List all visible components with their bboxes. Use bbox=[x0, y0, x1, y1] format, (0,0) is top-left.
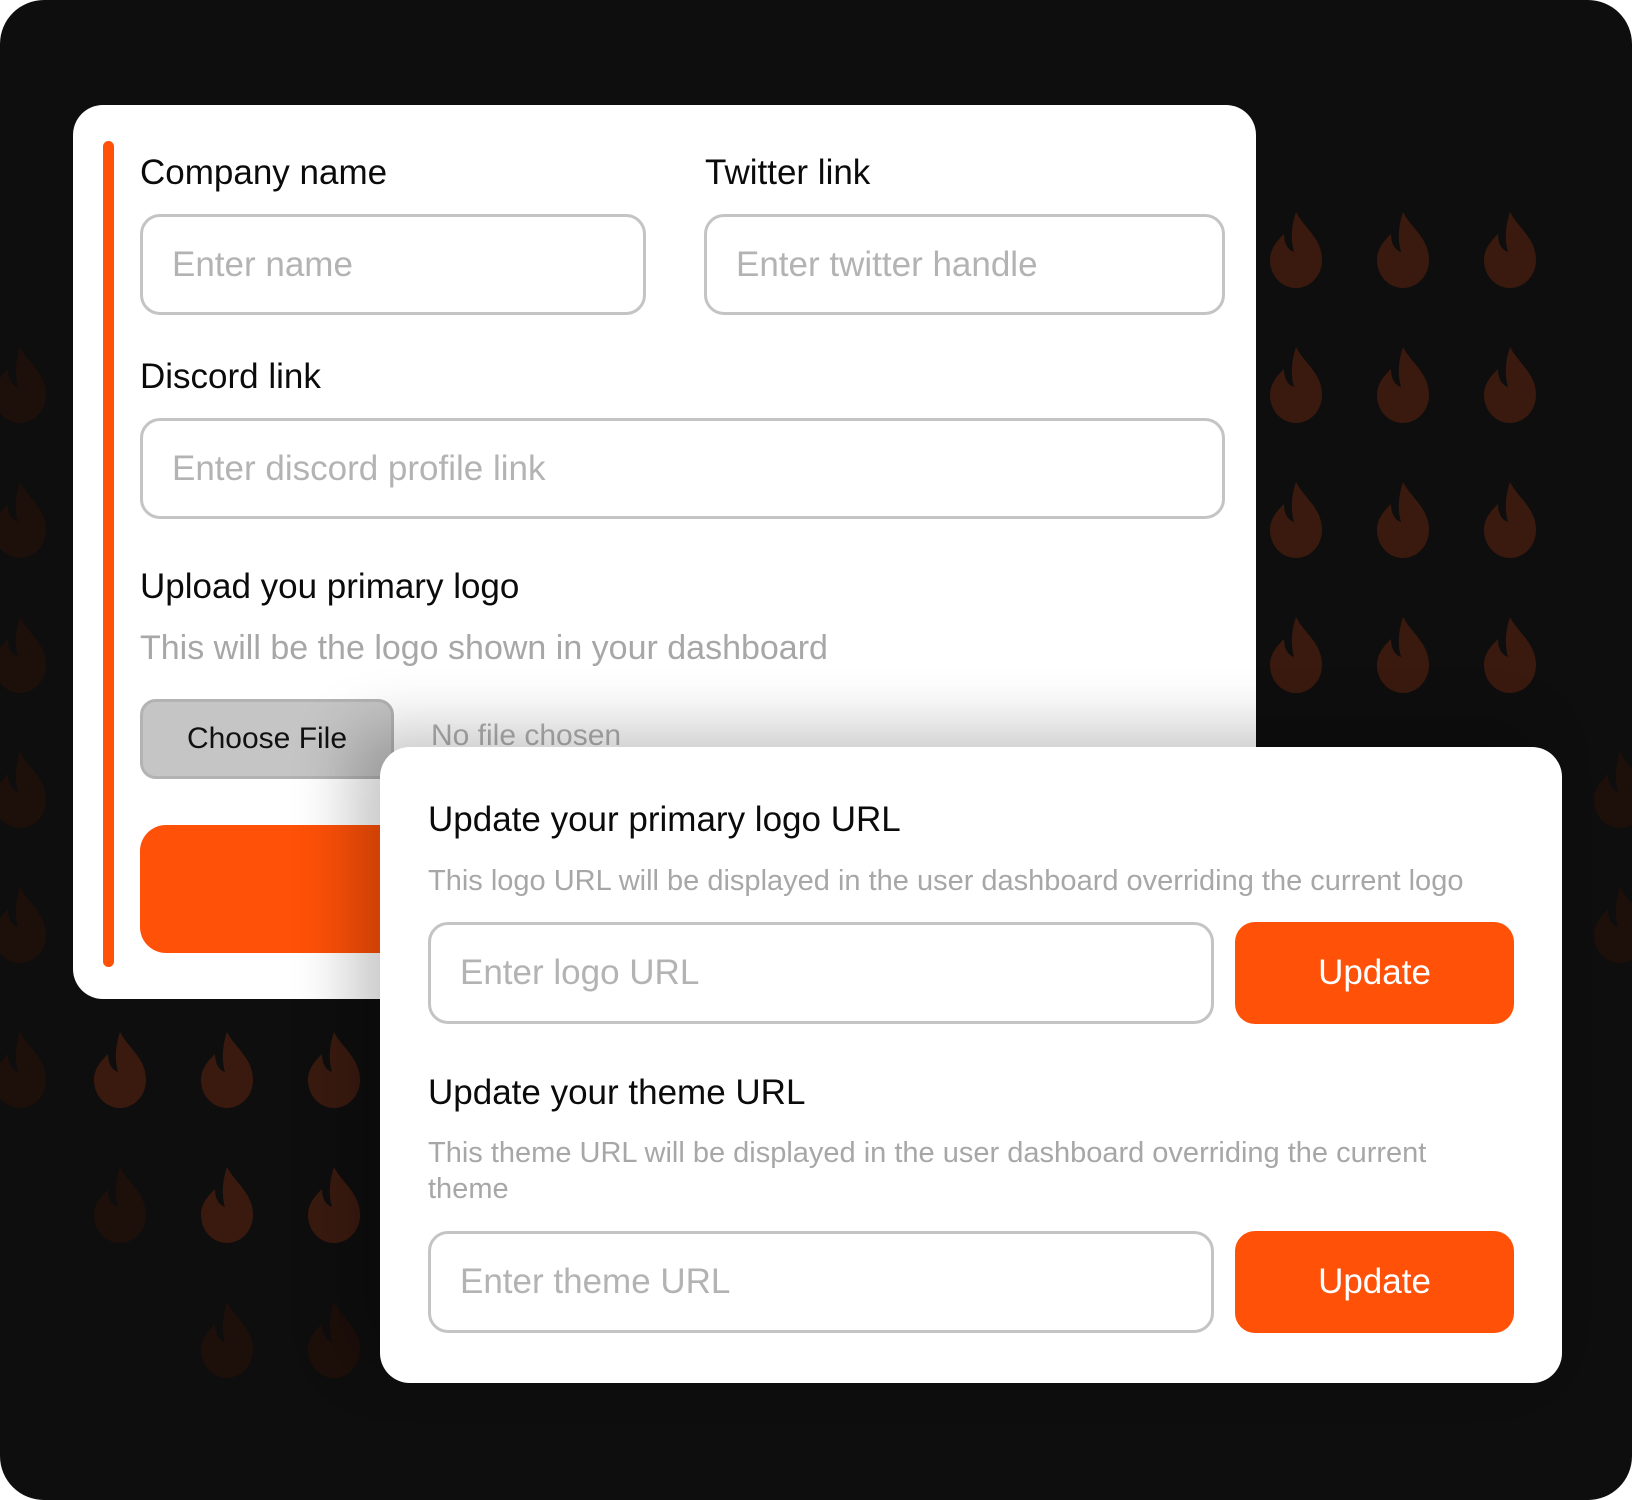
company-name-label: Company name bbox=[140, 153, 388, 192]
theme-url-description: This theme URL will be displayed in the … bbox=[428, 1137, 1427, 1205]
discord-link-label: Discord link bbox=[140, 357, 321, 396]
accent-bar bbox=[103, 141, 114, 967]
update-logo-button[interactable]: Update bbox=[1235, 922, 1514, 1024]
logo-url-description: This logo URL will be displayed in the u… bbox=[428, 865, 1464, 897]
logo-url-input[interactable] bbox=[428, 922, 1214, 1024]
logo-upload-description: This will be the logo shown in your dash… bbox=[140, 629, 828, 667]
twitter-link-input[interactable] bbox=[704, 214, 1225, 315]
logo-upload-title: Upload you primary logo bbox=[140, 567, 520, 606]
company-name-input[interactable] bbox=[140, 214, 646, 315]
choose-file-button[interactable]: Choose File bbox=[140, 699, 394, 779]
app-frame: Company name Twitter link Discord link U… bbox=[0, 0, 1632, 1500]
url-settings-card: Update your primary logo URL This logo U… bbox=[380, 747, 1562, 1383]
update-theme-button[interactable]: Update bbox=[1235, 1231, 1514, 1333]
logo-url-title: Update your primary logo URL bbox=[428, 800, 901, 839]
discord-link-input[interactable] bbox=[140, 418, 1225, 519]
twitter-link-label: Twitter link bbox=[705, 153, 871, 192]
theme-url-input[interactable] bbox=[428, 1231, 1214, 1333]
theme-url-title: Update your theme URL bbox=[428, 1073, 806, 1112]
